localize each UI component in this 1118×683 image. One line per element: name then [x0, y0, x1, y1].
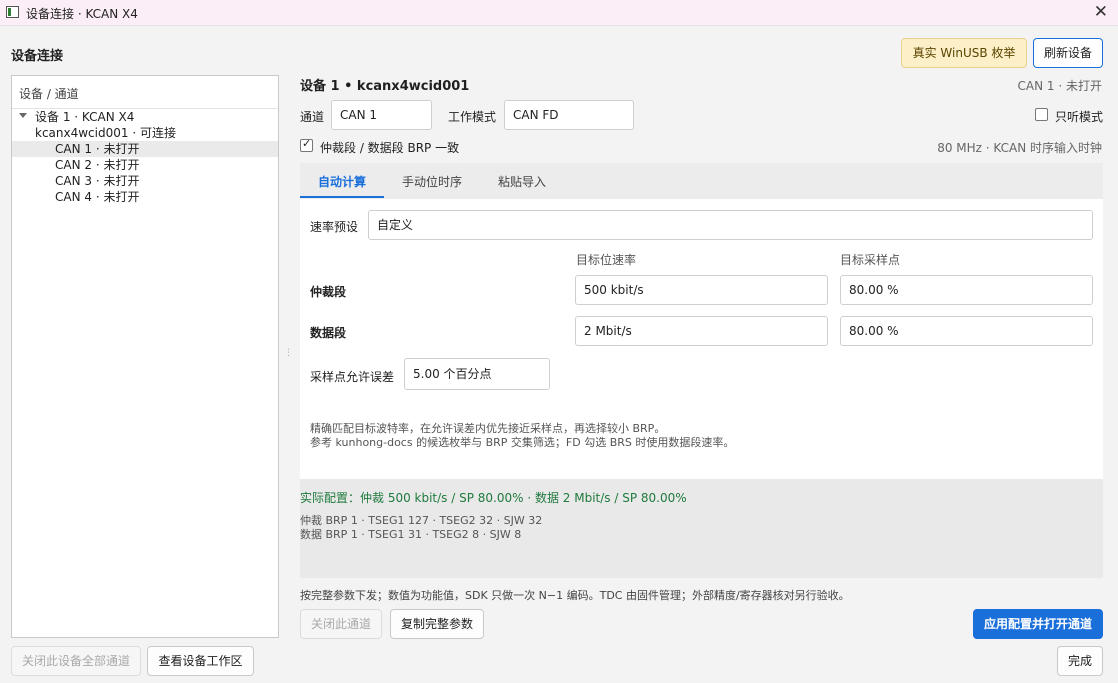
col-sample-header: 目标采样点: [840, 253, 901, 267]
refresh-devices-button[interactable]: 刷新设备: [1033, 38, 1103, 68]
brp-same-checkbox[interactable]: [300, 137, 313, 152]
col-bitrate-header: 目标位速率: [576, 253, 637, 267]
tree-item-label: CAN 2 · 未打开: [55, 158, 140, 172]
window-title: 设备连接 · KCAN X4: [26, 7, 138, 21]
channel-label: 通道: [300, 110, 325, 124]
copy-params-button[interactable]: 复制完整参数: [390, 609, 484, 639]
chevron-down-icon[interactable]: [19, 113, 27, 118]
actual-config-summary: 实际配置：仲裁 500 kbit/s / SP 80.00% · 数据 2 Mb…: [300, 491, 687, 505]
brp-same-label: 仲裁段 / 数据段 BRP 一致: [320, 141, 460, 155]
tree-item-label: CAN 1 · 未打开: [55, 142, 140, 156]
hint-line-2: 参考 kunhong-docs 的候选枚举与 BRP 交集筛选；FD 勾选 BR…: [310, 436, 735, 449]
arb-sample-input[interactable]: 80.00 %: [840, 275, 1093, 305]
tab-manual-timing[interactable]: 手动位时序: [402, 173, 462, 190]
data-timing-detail: 数据 BRP 1 · TSEG1 31 · TSEG2 8 · SJW 8: [300, 528, 522, 541]
channel-status: CAN 1 · 未打开: [1017, 79, 1102, 93]
app-icon: [6, 6, 19, 18]
tab-auto-calc[interactable]: 自动计算: [318, 173, 366, 190]
tree-item-can4[interactable]: CAN 4 · 未打开: [12, 189, 278, 205]
listen-only-label: 只听模式: [1055, 110, 1104, 124]
clock-info: 80 MHz · KCAN 时序输入时钟: [937, 141, 1102, 155]
close-channel-button[interactable]: 关闭此通道: [300, 609, 382, 639]
arb-timing-detail: 仲裁 BRP 1 · TSEG1 127 · TSEG2 32 · SJW 32: [300, 514, 543, 527]
preset-label: 速率预设: [310, 220, 359, 234]
title-bar: 设备连接 · KCAN X4 ✕: [0, 0, 1118, 26]
mode-label: 工作模式: [448, 110, 497, 124]
data-phase-label: 数据段: [310, 326, 347, 340]
tree-header: 设备 / 通道: [12, 76, 278, 109]
footnote: 按完整参数下发；数值为功能值，SDK 只做一次 N−1 编码。TDC 由固件管理…: [300, 589, 850, 602]
tree-device-id-label: kcanx4wcid001 · 可连接: [35, 126, 176, 140]
tree-item-can1[interactable]: CAN 1 · 未打开: [12, 141, 278, 157]
splitter-handle[interactable]: ⋮: [284, 348, 293, 358]
arb-bitrate-input[interactable]: 500 kbit/s: [575, 275, 828, 305]
tree-item-label: CAN 4 · 未打开: [55, 190, 140, 204]
device-tree: 设备 / 通道 设备 1 · KCAN X4 kcanx4wcid001 · 可…: [11, 75, 279, 638]
preset-select[interactable]: 自定义: [368, 210, 1093, 240]
data-sample-input[interactable]: 80.00 %: [840, 316, 1093, 346]
device-title: 设备 1 • kcanx4wcid001: [300, 79, 470, 94]
done-button[interactable]: 完成: [1057, 646, 1103, 676]
tolerance-label: 采样点允许误差: [310, 370, 395, 384]
tree-item-can3[interactable]: CAN 3 · 未打开: [12, 173, 278, 189]
mode-select[interactable]: CAN FD: [504, 100, 634, 130]
tree-device-id[interactable]: kcanx4wcid001 · 可连接: [12, 125, 278, 141]
hint-line-1: 精确匹配目标波特率，在允许误差内优先接近采样点，再选择较小 BRP。: [310, 422, 666, 435]
tab-paste-import[interactable]: 粘贴导入: [498, 173, 546, 190]
tolerance-input[interactable]: 5.00 个百分点: [404, 358, 550, 390]
data-bitrate-input[interactable]: 2 Mbit/s: [575, 316, 828, 346]
section-title: 设备连接: [11, 49, 64, 64]
winusb-enumerate-button[interactable]: 真实 WinUSB 枚举: [901, 38, 1027, 68]
close-all-channels-button[interactable]: 关闭此设备全部通道: [11, 646, 141, 676]
tab-bar: 自动计算 手动位时序 粘贴导入: [300, 163, 1103, 199]
channel-select[interactable]: CAN 1: [331, 100, 432, 130]
close-icon[interactable]: ✕: [1094, 2, 1108, 22]
listen-only-checkbox[interactable]: [1035, 108, 1048, 121]
arb-phase-label: 仲裁段: [310, 285, 347, 299]
tree-device-row[interactable]: 设备 1 · KCAN X4: [12, 109, 278, 125]
tree-item-label: CAN 3 · 未打开: [55, 174, 140, 188]
tree-item-can2[interactable]: CAN 2 · 未打开: [12, 157, 278, 173]
tree-device-label: 设备 1 · KCAN X4: [35, 110, 135, 124]
tab-active-indicator: [300, 196, 384, 198]
view-workspace-button[interactable]: 查看设备工作区: [147, 646, 254, 676]
apply-and-open-button[interactable]: 应用配置并打开通道: [973, 609, 1103, 639]
